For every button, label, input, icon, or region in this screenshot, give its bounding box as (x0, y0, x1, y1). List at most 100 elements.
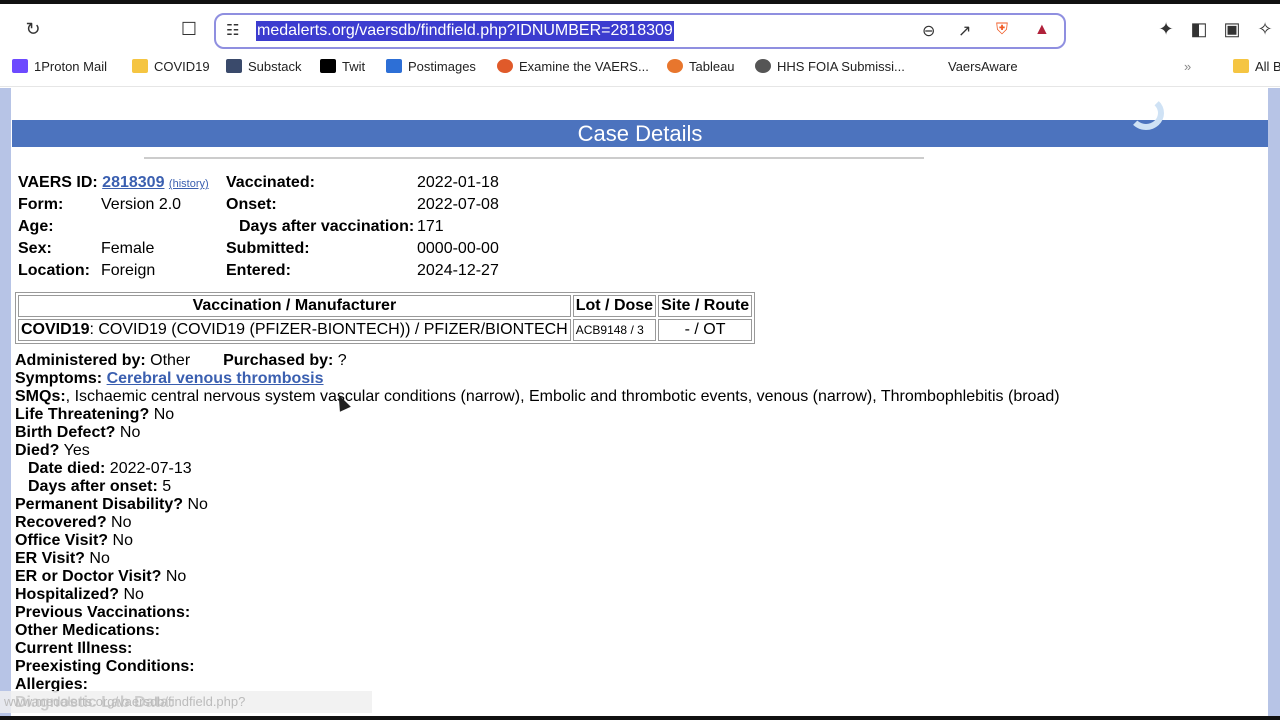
extensions-icon[interactable]: ✦ (1155, 18, 1177, 40)
case-field-row: ER Visit? No (15, 550, 1060, 568)
bookmark-proton-mail[interactable]: 1Proton Mail (12, 57, 107, 77)
table-header-row: Vaccination / Manufacturer Lot / Dose Si… (18, 295, 753, 317)
share-icon[interactable]: ↗ (958, 21, 971, 41)
field-value: Female (101, 240, 155, 257)
case-field-row: Hospitalized? No (15, 586, 1060, 604)
field-label: Birth Defect? (15, 424, 116, 441)
brave-shields-icon[interactable]: ⛨ (996, 21, 1008, 39)
bookmark-tableau[interactable]: Tableau (667, 57, 735, 77)
url-text[interactable]: medalerts.org/vaersdb/findfield.php?IDNU… (256, 21, 674, 41)
symptom-link[interactable]: Cerebral venous thrombosis (107, 370, 324, 387)
wallet-icon[interactable]: ▣ (1221, 18, 1243, 40)
field-value: No (153, 406, 175, 423)
case-field-row: Recovered? No (15, 514, 1060, 532)
bookmark-label: Examine the VAERS... (519, 59, 649, 74)
bookmark-covid19[interactable]: COVID19 (132, 57, 210, 77)
field-value: 0000-00-00 (417, 240, 499, 257)
x-icon (320, 59, 336, 73)
field-label: Permanent Disability? (15, 496, 184, 513)
history-link[interactable]: (history) (169, 178, 209, 190)
case-field-row: Office Visit? No (15, 532, 1060, 550)
case-field-row: Permanent Disability? No (15, 496, 1060, 514)
field-value: No (111, 514, 132, 531)
field-label: Form: (18, 196, 64, 213)
browser-chrome: ↻ ☐ ☷ medalerts.org/vaersdb/findfield.ph… (0, 0, 1280, 88)
divider (144, 157, 924, 159)
bookmark-icon[interactable]: ☐ (178, 18, 200, 40)
field-label: Age: (18, 218, 54, 235)
reload-icon[interactable]: ↻ (22, 18, 44, 40)
field-label: Current Illness: (15, 640, 133, 657)
site-logo-icon (1128, 96, 1164, 130)
field-value: No (119, 424, 141, 441)
sidebar-icon[interactable]: ◧ (1188, 18, 1210, 40)
field-label: Life Threatening? (15, 406, 150, 423)
bookmark-postimages[interactable]: Postimages (386, 57, 476, 77)
bookmarks-bar: 1Proton Mail COVID19 Substack Twit Posti… (0, 54, 1280, 80)
browser-toolbar: ↻ ☐ ☷ medalerts.org/vaersdb/findfield.ph… (0, 4, 1280, 52)
case-field-row: ER or Doctor Visit? No (15, 568, 1060, 586)
substack-icon (226, 59, 242, 73)
vaccination-table: Vaccination / Manufacturer Lot / Dose Si… (15, 292, 756, 344)
globe-icon (755, 59, 771, 73)
bookmark-vaersaware[interactable]: VaersAware (948, 57, 1018, 77)
vaccine-name: : COVID19 (COVID19 (PFIZER-BIONTECH)) / … (89, 321, 568, 338)
window-edge (0, 716, 1280, 720)
column-header: Site / Route (658, 295, 753, 317)
leo-ai-icon[interactable]: ✧ (1254, 18, 1276, 40)
field-label: Location: (18, 262, 90, 279)
field-label: ER or Doctor Visit? (15, 568, 162, 585)
case-field-row: Days after onset: 5 (15, 478, 1060, 496)
page-content: Case Details VAERS ID: 2818309 (history)… (0, 88, 1280, 720)
field-label: Days after onset: (28, 478, 158, 495)
proton-mail-icon (12, 59, 28, 73)
site-settings-icon[interactable]: ☷ (226, 21, 239, 39)
field-label: Hospitalized? (15, 586, 120, 603)
folder-icon (132, 59, 148, 73)
field-value: 5 (162, 478, 172, 495)
field-value: 171 (417, 218, 444, 235)
field-label: Submitted: (226, 240, 310, 257)
zoom-out-icon[interactable]: ⊖ (922, 21, 935, 41)
bookmark-substack[interactable]: Substack (226, 57, 301, 77)
case-field-row: Date died: 2022-07-13 (15, 460, 1060, 478)
case-fields: Administered by: Other Purchased by: ? S… (15, 352, 1060, 712)
field-label: Preexisting Conditions: (15, 658, 195, 675)
symptoms-row: Symptoms: Cerebral venous thrombosis (15, 370, 1060, 388)
case-field-row: Preexisting Conditions: (15, 658, 1060, 676)
field-label: Vaccinated: (226, 174, 315, 191)
field-value: Version 2.0 (101, 196, 182, 213)
field-label: Administered by: (15, 352, 146, 369)
case-field-row: Life Threatening? No (15, 406, 1060, 424)
address-bar[interactable]: ☷ medalerts.org/vaersdb/findfield.php?ID… (214, 13, 1066, 49)
field-label: Office Visit? (15, 532, 109, 549)
field-value: Other (150, 352, 191, 369)
vaers-id-link[interactable]: 2818309 (102, 174, 164, 191)
field-label: Recovered? (15, 514, 107, 531)
field-value: No (112, 532, 133, 549)
case-field-row: Previous Vaccinations: (15, 604, 1060, 622)
field-label: VAERS ID: (18, 174, 98, 191)
site-route-cell: - / OT (658, 319, 753, 341)
left-margin-bar (0, 88, 11, 720)
bookmarks-overflow-icon[interactable]: » (1184, 57, 1191, 77)
case-field-row: Current Illness: (15, 640, 1060, 658)
field-label: Sex: (18, 240, 52, 257)
page-title: Case Details (577, 121, 703, 146)
brave-rewards-icon[interactable]: ▲ (1034, 21, 1050, 39)
bookmark-hhs-foia[interactable]: HHS FOIA Submissi... (755, 57, 905, 77)
column-header: Lot / Dose (572, 295, 657, 317)
column-header: Vaccination / Manufacturer (18, 295, 571, 317)
vaccine-type: COVID19 (21, 321, 90, 338)
bookmark-examine-vaers[interactable]: Examine the VAERS... (497, 57, 649, 77)
bookmark-all-bookmarks[interactable]: All B (1233, 57, 1280, 77)
field-label: Symptoms: (15, 370, 103, 387)
bookmark-label: HHS FOIA Submissi... (777, 59, 905, 74)
bookmark-twit[interactable]: Twit (320, 57, 365, 77)
field-label: Onset: (226, 196, 277, 213)
divider (0, 86, 1280, 87)
vaers-id-row: VAERS ID: 2818309 (history) (18, 174, 209, 192)
bookmark-label: All B (1255, 59, 1280, 74)
field-value: 2024-12-27 (417, 262, 499, 279)
bookmark-label: 1Proton Mail (34, 59, 107, 74)
